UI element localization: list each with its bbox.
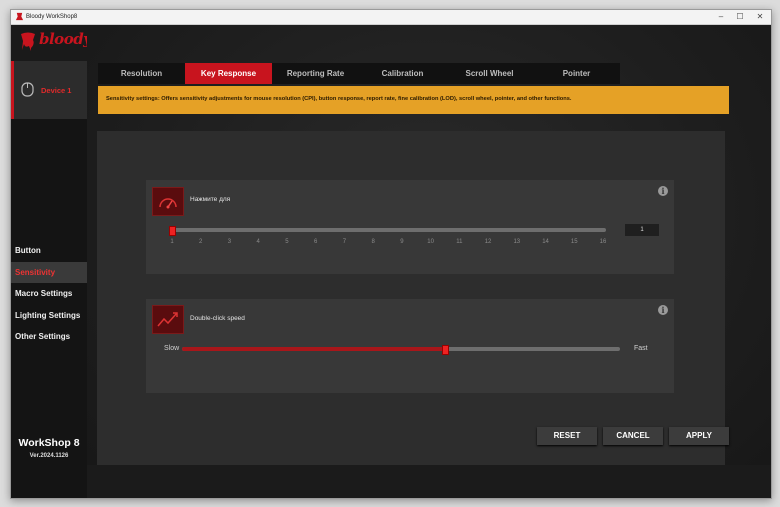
app-window: Bloody WorkShop8 – ☐ ✕ bloody Device 1 B… [10,9,772,499]
tab-calibration[interactable]: Calibration [359,63,446,84]
key-response-info-icon[interactable]: i [658,186,668,196]
brand-name: WorkShop 8 [18,437,80,449]
tick-label: 5 [285,239,289,245]
key-response-slider-thumb[interactable] [169,226,176,236]
sidebar: bloody Device 1 Button Sensitivity Macro… [11,25,92,498]
logo-text: bloody [39,30,92,48]
speedometer-icon [159,198,177,209]
window-title: Bloody WorkShop8 [26,14,78,20]
app-body: bloody Device 1 Button Sensitivity Macro… [11,25,771,498]
fast-label: Fast [634,345,648,352]
tab-bar: Resolution Key Response Reporting Rate C… [98,63,620,84]
tab-pointer[interactable]: Pointer [533,63,620,84]
tick-label: 7 [342,239,347,245]
key-response-value[interactable]: 1 [625,224,659,236]
blood-drip-logo-icon [21,32,35,51]
tick-label: 3 [227,239,232,245]
key-response-track[interactable] [170,228,606,232]
double-click-card-icon [152,305,184,334]
brand-block: WorkShop 8 Ver.2024.1126 [11,437,87,459]
tick-label: 12 [484,239,492,245]
tick-label: 13 [513,239,521,245]
tick-label: 8 [371,239,375,245]
tab-resolution[interactable]: Resolution [98,63,185,84]
double-click-fill [182,347,445,351]
main-content: Resolution Key Response Reporting Rate C… [87,25,771,498]
double-click-card: Double-click speed i Slow Fast [146,299,674,393]
tick-label: 2 [199,239,203,245]
bloody-app-icon [15,12,24,21]
key-response-card-icon [152,187,184,216]
tick-label: 11 [456,239,463,245]
key-response-tick-row: 1 2 3 4 5 6 7 8 9 10 11 12 13 14 15 16 [146,239,674,249]
reset-button[interactable]: RESET [537,427,597,445]
tab-reporting-rate[interactable]: Reporting Rate [272,63,359,84]
double-click-info-icon[interactable]: i [658,305,668,315]
maximize-button[interactable]: ☐ [730,10,750,24]
key-response-title: Нажмите для [190,196,231,203]
tab-key-response[interactable]: Key Response [185,63,272,84]
sidebar-menu: Button Sensitivity Macro Settings Lighti… [11,240,87,348]
mouse-icon [21,82,34,97]
sidebar-item-sensitivity[interactable]: Sensitivity [11,261,87,283]
device-selector[interactable]: Device 1 [11,61,90,119]
slow-label: Slow [164,345,180,352]
sidebar-item-button[interactable]: Button [11,240,87,262]
info-banner: Sensitivity settings: Offers sensitivity… [98,86,729,114]
tick-label: 1 [170,239,174,245]
double-click-title: Double-click speed [190,315,245,322]
device-label: Device 1 [41,86,72,95]
info-banner-text: Sensitivity settings: Offers sensitivity… [106,96,572,102]
tick-label: 15 [570,239,578,245]
apply-button[interactable]: APPLY [669,427,729,445]
double-click-slider-thumb[interactable] [441,345,449,355]
tick-label: 4 [256,239,260,245]
key-response-card: Нажмите для i 1 1 2 3 4 5 6 7 8 9 10 11 12 13 14 15 16 [146,180,674,274]
close-button[interactable]: ✕ [750,10,770,24]
tick-label: 16 [599,239,607,245]
minimize-button[interactable]: – [711,10,731,24]
tab-scroll-wheel[interactable]: Scroll Wheel [446,63,533,84]
title-bar: Bloody WorkShop8 – ☐ ✕ [11,10,771,25]
sidebar-item-macro-settings[interactable]: Macro Settings [11,283,87,305]
bloody-logo: bloody [11,25,92,61]
footer-bar [87,465,771,498]
tick-label: 6 [313,239,318,245]
sidebar-item-lighting-settings[interactable]: Lighting Settings [11,305,87,327]
version-label: Ver.2024.1126 [29,453,69,459]
tick-label: 9 [400,239,404,245]
cancel-button[interactable]: CANCEL [603,427,663,445]
tick-label: 10 [427,239,434,245]
tick-label: 14 [542,239,549,245]
sidebar-item-other-settings[interactable]: Other Settings [11,326,87,348]
trend-up-icon [157,312,178,327]
